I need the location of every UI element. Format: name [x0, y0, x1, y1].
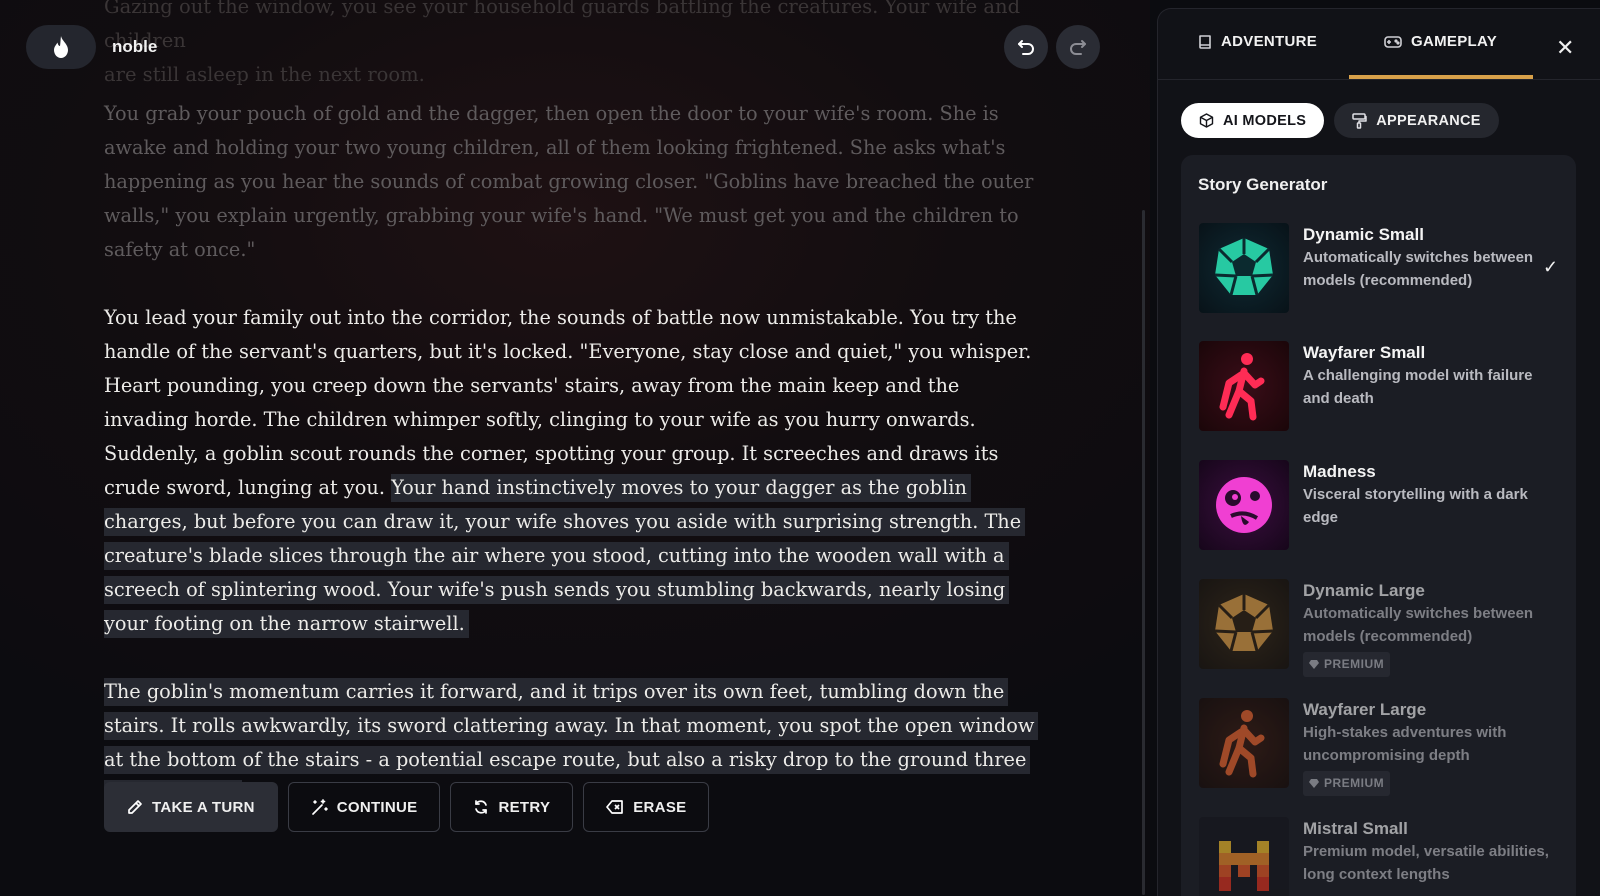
subtab-ai-models[interactable]: AI MODELS	[1181, 103, 1325, 138]
tab-adventure-label: ADVENTURE	[1221, 33, 1318, 50]
erase-button[interactable]: ERASE	[583, 782, 710, 832]
diamond-icon	[1309, 778, 1319, 788]
story-paragraph: You lead your family out into the corrid…	[104, 306, 1032, 363]
continue-label: CONTINUE	[336, 798, 418, 816]
orange-hiker-icon	[1199, 698, 1289, 788]
premium-label: PREMIUM	[1324, 657, 1385, 671]
retry-button[interactable]: RETRY	[450, 782, 574, 832]
cube-icon	[1199, 113, 1214, 128]
active-tab-indicator	[1349, 75, 1533, 79]
story-text: You grab your pouch of gold and the dagg…	[104, 97, 1039, 845]
magic-wand-icon	[311, 798, 328, 815]
redo-button[interactable]	[1056, 25, 1100, 69]
model-description: A challenging model with failure and dea…	[1303, 367, 1533, 407]
model-description: Automatically switches between models (r…	[1303, 605, 1534, 645]
premium-label: PREMIUM	[1324, 776, 1385, 790]
model-name: Dynamic Large	[1303, 581, 1425, 600]
erase-label: ERASE	[633, 798, 687, 816]
retry-icon	[475, 800, 488, 814]
green-dodecahedron-icon	[1199, 223, 1289, 313]
story-faded-line: Gazing out the window, you see your hous…	[104, 0, 1021, 52]
take-a-turn-button[interactable]: TAKE A TURN	[104, 782, 278, 832]
model-name: Dynamic Small	[1303, 225, 1424, 244]
action-bar: TAKE A TURN CONTINUE RETRY ERASE	[104, 782, 710, 832]
model-name: Mistral Small	[1303, 819, 1408, 838]
subtab-appearance[interactable]: APPEARANCE	[1334, 103, 1499, 138]
model-description-wrap: High-stakes adventures with uncompromisi…	[1303, 722, 1553, 796]
model-option-dynamic-small[interactable]: Dynamic Small Automatically switches bet…	[1181, 223, 1576, 333]
story-faded-line: are still asleep in the next room.	[104, 63, 425, 86]
model-description: Premium model, versatile abilities, long…	[1303, 843, 1549, 883]
settings-panel: ADVENTURE GAMEPLAY ✕ AI MODELS APPEARANC…	[1157, 8, 1600, 896]
erase-icon	[606, 800, 624, 814]
take-a-turn-label: TAKE A TURN	[152, 798, 255, 816]
gold-dodecahedron-icon	[1199, 579, 1289, 669]
undo-icon	[1018, 40, 1034, 55]
retry-label: RETRY	[498, 798, 551, 816]
story-area: Gazing out the window, you see your hous…	[0, 0, 1150, 895]
continue-button[interactable]: CONTINUE	[287, 782, 441, 832]
model-option-dynamic-large[interactable]: Dynamic Large Automatically switches bet…	[1181, 579, 1576, 689]
section-title: Story Generator	[1198, 175, 1328, 194]
close-panel-button[interactable]: ✕	[1556, 35, 1574, 61]
panel-tabs: ADVENTURE GAMEPLAY ✕	[1158, 9, 1600, 80]
model-name: Wayfarer Small	[1303, 343, 1426, 362]
tab-gameplay-label: GAMEPLAY	[1411, 33, 1498, 50]
pencil-icon	[128, 800, 142, 814]
model-name: Madness	[1303, 462, 1376, 481]
gamepad-icon	[1384, 35, 1402, 48]
tab-adventure[interactable]: ADVENTURE	[1198, 33, 1317, 50]
home-logo-button[interactable]	[26, 25, 96, 69]
username-label: noble	[112, 37, 158, 56]
model-description: Automatically switches between models (r…	[1303, 249, 1534, 289]
flame-icon	[54, 36, 68, 58]
mistral-logo-icon	[1199, 817, 1289, 896]
story-scrollbar[interactable]	[1142, 210, 1145, 895]
model-description: Visceral storytelling with a dark edge	[1303, 486, 1528, 526]
subtab-appearance-label: APPEARANCE	[1376, 112, 1481, 129]
red-hiker-icon	[1199, 341, 1289, 431]
story-generator-card: Story Generator Dynamic Small Automatica…	[1181, 155, 1576, 896]
pink-crazy-face-icon	[1199, 460, 1289, 550]
selected-check-icon: ✓	[1543, 257, 1559, 277]
model-option-madness[interactable]: Madness Visceral storytelling with a dar…	[1181, 460, 1576, 570]
brand: noble	[26, 25, 157, 69]
model-name: Wayfarer Large	[1303, 700, 1427, 719]
model-option-wayfarer-small[interactable]: Wayfarer Small A challenging model with …	[1181, 341, 1576, 451]
model-option-wayfarer-large[interactable]: Wayfarer Large High-stakes adventures wi…	[1181, 698, 1576, 808]
paint-roller-icon	[1352, 112, 1368, 129]
model-description-wrap: Automatically switches between models (r…	[1303, 603, 1553, 677]
premium-badge: PREMIUM	[1303, 652, 1391, 677]
model-option-mistral-small[interactable]: Mistral Small Premium model, versatile a…	[1181, 817, 1576, 896]
model-description: High-stakes adventures with uncompromisi…	[1303, 724, 1507, 764]
panel-subtabs: AI MODELS APPEARANCE	[1181, 103, 1499, 138]
book-icon	[1199, 34, 1211, 49]
story-paragraph: Suddenly, a goblin scout rounds the corn…	[104, 437, 1039, 641]
subtab-ai-models-label: AI MODELS	[1223, 112, 1307, 129]
undo-button[interactable]	[1004, 25, 1048, 69]
tab-gameplay[interactable]: GAMEPLAY	[1384, 33, 1497, 50]
story-paragraph: Heart pounding, you creep down the serva…	[104, 374, 976, 431]
diamond-icon	[1309, 659, 1319, 669]
close-icon: ✕	[1556, 35, 1575, 60]
story-paragraph: You grab your pouch of gold and the dagg…	[104, 102, 1034, 261]
story-top-faded: Gazing out the window, you see your hous…	[104, 0, 1044, 92]
redo-icon	[1070, 40, 1086, 55]
premium-badge: PREMIUM	[1303, 771, 1391, 796]
